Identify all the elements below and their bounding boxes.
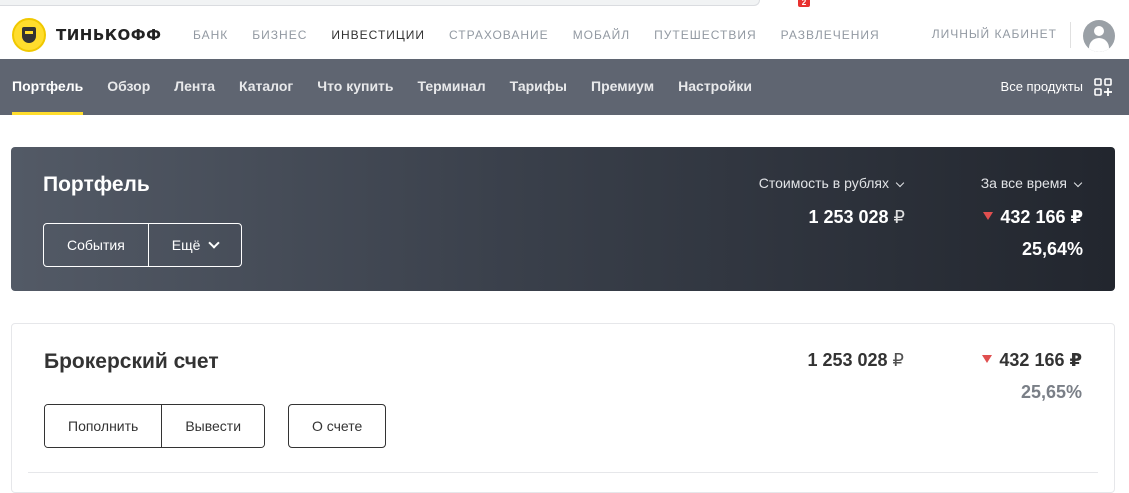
top-nav-mobile[interactable]: МОБАЙЛ	[573, 28, 630, 42]
add-products-grid-icon[interactable]	[1094, 78, 1112, 96]
tab-overview[interactable]: Обзор	[107, 59, 150, 115]
tab-settings[interactable]: Настройки	[678, 59, 752, 115]
account-value: 1 253 028 ₽	[807, 350, 904, 371]
account-change-percent: 25,65%	[1020, 382, 1082, 402]
account-change: 432 166 ₽	[982, 350, 1082, 371]
tab-premium[interactable]: Премиум	[591, 59, 654, 115]
user-avatar-icon[interactable]	[1083, 20, 1115, 52]
portfolio-change: 432 166 ₽	[983, 207, 1083, 228]
tab-terminal[interactable]: Терминал	[418, 59, 486, 115]
tinkoff-emblem-icon	[12, 18, 46, 52]
all-products-link[interactable]: Все продукты	[1001, 59, 1083, 115]
chevron-down-icon	[208, 237, 221, 249]
top-header: ТИНЬКОФФ БАНК БИЗНЕС ИНВЕСТИЦИИ СТРАХОВА…	[0, 10, 1129, 59]
header-divider	[1070, 22, 1071, 48]
period-selector-label: За все время	[980, 175, 1067, 191]
browser-address-bar[interactable]	[0, 0, 760, 6]
account-divider	[28, 472, 1098, 473]
currency-selector-label: Стоимость в рублях	[758, 175, 889, 191]
down-triangle-icon	[983, 212, 994, 220]
about-account-button[interactable]: О счете	[288, 404, 387, 448]
top-nav-investments[interactable]: ИНВЕСТИЦИИ	[331, 28, 425, 42]
brand-name: ТИНЬКОФФ	[56, 26, 162, 44]
brokerage-account-card: Брокерский счет Пополнить Вывести О счет…	[11, 323, 1115, 493]
notification-badge: 2	[798, 0, 810, 7]
tab-catalog[interactable]: Каталог	[239, 59, 293, 115]
withdraw-button[interactable]: Вывести	[161, 405, 265, 447]
top-nav-insurance[interactable]: СТРАХОВАНИЕ	[449, 28, 549, 42]
top-nav: БАНК БИЗНЕС ИНВЕСТИЦИИ СТРАХОВАНИЕ МОБАЙ…	[193, 10, 904, 59]
tab-portfolio[interactable]: Портфель	[12, 59, 84, 115]
more-button[interactable]: Ещё	[147, 224, 242, 266]
account-title[interactable]: Брокерский счет	[44, 350, 219, 374]
portfolio-value-amount: 1 253 028	[808, 207, 889, 227]
period-selector[interactable]: За все время	[980, 175, 1083, 191]
top-nav-business[interactable]: БИЗНЕС	[252, 28, 307, 42]
brand-logo[interactable]: ТИНЬКОФФ	[12, 18, 162, 52]
top-nav-bank[interactable]: БАНК	[193, 28, 228, 42]
top-nav-travel[interactable]: ПУТЕШЕСТВИЯ	[654, 28, 756, 42]
portfolio-summary-card: Портфель События Ещё Стоимость в рублях …	[11, 147, 1115, 291]
account-change-amount: 432 166 ₽	[999, 350, 1082, 370]
down-triangle-icon	[982, 355, 993, 363]
portfolio-value-currency: ₽	[893, 207, 905, 227]
currency-selector[interactable]: Стоимость в рублях	[758, 175, 905, 191]
topup-button[interactable]: Пополнить	[45, 405, 162, 447]
portfolio-actions: События Ещё	[43, 223, 243, 267]
portfolio-title: Портфель	[43, 173, 150, 196]
chevron-down-icon	[1073, 178, 1083, 188]
account-value-amount: 1 253 028	[807, 350, 888, 370]
chevron-down-icon	[895, 178, 905, 188]
tab-feed[interactable]: Лента	[174, 59, 215, 115]
portfolio-change-percent: 25,64%	[1021, 239, 1083, 259]
more-button-label: Ещё	[171, 237, 201, 253]
account-actions: Пополнить Вывести	[44, 404, 266, 448]
portfolio-value: 1 253 028 ₽	[808, 207, 905, 228]
browser-strip: 2	[0, 0, 1129, 10]
section-nav: Портфель Обзор Лента Каталог Что купить …	[0, 59, 1129, 115]
portfolio-change-amount: 432 166 ₽	[1000, 207, 1083, 227]
top-nav-entertainment[interactable]: РАЗВЛЕЧЕНИЯ	[781, 28, 880, 42]
events-button[interactable]: События	[44, 224, 148, 266]
account-value-currency: ₽	[892, 350, 904, 370]
personal-cabinet-link[interactable]: ЛИЧНЫЙ КАБИНЕТ	[932, 10, 1057, 59]
tab-tariffs[interactable]: Тарифы	[510, 59, 567, 115]
tab-what-to-buy[interactable]: Что купить	[317, 59, 393, 115]
